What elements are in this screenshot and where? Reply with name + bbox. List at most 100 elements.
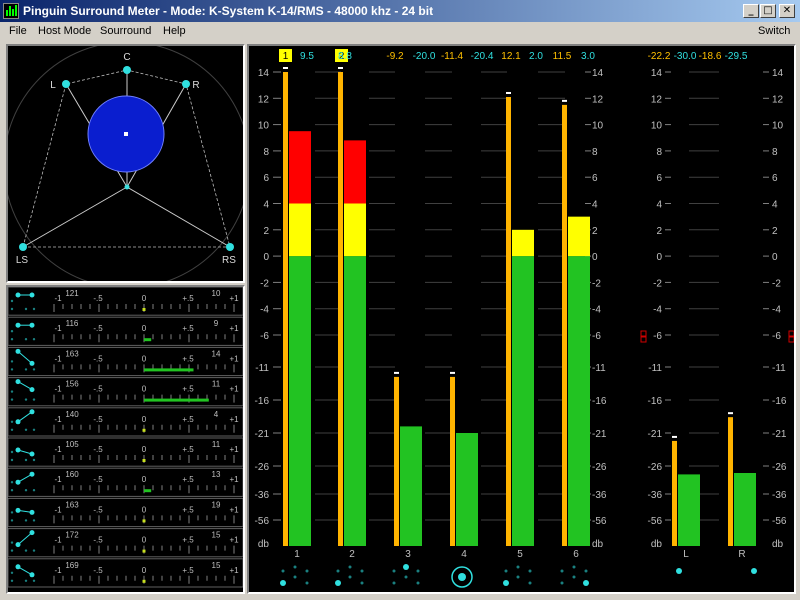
correlation-row-frame xyxy=(7,346,244,377)
rms-bar-yellow xyxy=(289,203,311,257)
close-button[interactable]: ✕ xyxy=(779,4,795,18)
channel-meter-5[interactable]: 5 xyxy=(506,91,534,560)
speaker-pair-dim-dot xyxy=(32,458,36,462)
channel-meter-4[interactable]: 4 xyxy=(450,371,478,560)
menu-help[interactable]: Help xyxy=(163,25,186,37)
channel-select-icon-6[interactable] xyxy=(560,565,590,587)
scale-label: -4 xyxy=(772,305,781,316)
speaker-pair-dot xyxy=(29,509,35,515)
correlation-scale-label: +.5 xyxy=(182,505,194,514)
menu-switch[interactable]: Switch xyxy=(758,25,790,37)
channel-meter-6[interactable]: 6 xyxy=(562,99,590,560)
rms-bar-red xyxy=(344,140,366,204)
selector-dot xyxy=(560,569,564,573)
rms-bar-red xyxy=(289,131,311,204)
scale-label: -36 xyxy=(592,490,607,501)
selected-dot xyxy=(458,573,466,581)
selector-dot xyxy=(392,581,396,585)
selector-dot xyxy=(503,580,509,586)
selector-dot xyxy=(305,569,309,573)
peak-hold-marker xyxy=(450,371,455,374)
scale-label: -21 xyxy=(592,429,607,440)
correlation-scale-label: -1 xyxy=(54,505,62,514)
menu-surround[interactable]: Sourround xyxy=(100,25,151,37)
speaker-pair-dim-dot xyxy=(24,398,28,401)
correlation-scale-label: -1 xyxy=(54,475,62,484)
correlation-scale-label: +1 xyxy=(229,294,239,303)
channel-meter-L[interactable]: L xyxy=(672,435,700,560)
scale-label: 10 xyxy=(592,121,604,132)
surround-display[interactable]: C L R LS RS xyxy=(3,41,251,289)
menu-host-mode[interactable]: Host Mode xyxy=(38,25,91,37)
peak-readout: -22.2 xyxy=(648,51,671,62)
scale-label: -4 xyxy=(653,305,662,316)
correlation-row: 160 13 -1 -.5 0 +.5 +1 xyxy=(7,467,244,497)
menu-file[interactable]: File xyxy=(9,25,27,37)
peak-readout: 8.8 xyxy=(338,51,352,62)
channel-select-icon-1[interactable] xyxy=(280,565,309,587)
correlation-bar xyxy=(144,398,209,402)
scale-label: -16 xyxy=(592,396,607,407)
scale-label: -6 xyxy=(260,331,269,342)
minimize-button[interactable]: _ xyxy=(743,4,759,18)
selector-dot xyxy=(336,569,340,573)
channel-select-icon-3[interactable] xyxy=(392,564,420,585)
correlation-scale-label: +1 xyxy=(229,415,239,424)
speaker-pair-dim-dot xyxy=(10,360,14,363)
overload-indicator-label: 1 xyxy=(283,51,289,62)
clip-warning-mark xyxy=(640,330,647,337)
correlation-right-value: 4 xyxy=(214,410,219,419)
scale-label: 12 xyxy=(651,94,663,105)
maximize-button[interactable]: □ xyxy=(760,4,776,18)
channel-select-icon-4[interactable] xyxy=(451,566,473,588)
scale-label: -21 xyxy=(772,429,787,440)
correlation-row: 163 14 -1 -.5 0 +.5 +1 xyxy=(7,346,244,377)
channel-select-icon-5[interactable] xyxy=(503,565,532,587)
correlation-scale-label: 0 xyxy=(142,505,147,514)
scale-label: 6 xyxy=(656,173,662,184)
correlation-scale-label: +1 xyxy=(229,566,239,575)
scale-label: -26 xyxy=(592,462,607,473)
correlation-row-frame xyxy=(7,558,244,588)
correlation-scale-label: -.5 xyxy=(93,385,103,394)
selector-dot xyxy=(348,575,352,579)
correlation-right-value: 11 xyxy=(212,380,221,389)
side-channel-select-icon[interactable] xyxy=(751,568,757,574)
correlation-bar xyxy=(142,459,146,462)
channel-meter-3[interactable]: 3 xyxy=(394,371,422,560)
correlation-bar xyxy=(142,308,146,311)
speaker-pair-dim-dot xyxy=(10,511,14,514)
speaker-pair-dot xyxy=(29,360,35,366)
speaker-pair-dim-dot xyxy=(10,489,14,492)
correlation-meters: 121 10 -1 -.5 0 +.5 +1 116 9 -1 -.5 0 +.5 +1 163 14 -1 -.… xyxy=(7,286,244,588)
correlation-scale-label: +1 xyxy=(229,475,239,484)
scale-label: -26 xyxy=(648,462,663,473)
selector-dot xyxy=(280,580,286,586)
peak-hold-marker xyxy=(394,371,399,374)
correlation-right-value: 9 xyxy=(214,319,219,328)
selector-dot xyxy=(335,580,341,586)
speaker-pair-dim-dot xyxy=(10,579,14,582)
peak-bar xyxy=(283,72,288,546)
correlation-right-value: 19 xyxy=(212,500,221,509)
speaker-pair-dot xyxy=(29,409,35,415)
channel-select-icon-2[interactable] xyxy=(335,565,364,587)
correlation-left-value: 172 xyxy=(65,531,79,540)
correlation-right-value: 15 xyxy=(212,531,221,540)
speaker-pair-dim-dot xyxy=(10,458,14,462)
scale-label: 10 xyxy=(258,121,270,132)
speaker-c-dot xyxy=(123,66,131,74)
channel-meter-R[interactable]: R xyxy=(728,412,756,560)
side-channel-select-icon[interactable] xyxy=(676,568,682,574)
scale-label: 2 xyxy=(263,226,269,237)
correlation-row-frame xyxy=(7,467,244,497)
channel-meter-2[interactable]: 2 xyxy=(338,67,366,560)
correlation-scale-label: -1 xyxy=(54,415,62,424)
speaker-pair-dim-dot xyxy=(10,428,14,431)
channel-meter-1[interactable]: 1 xyxy=(283,67,311,560)
app-meter-icon[interactable] xyxy=(3,3,19,19)
scale-label: 8 xyxy=(772,147,778,158)
correlation-scale-label: +.5 xyxy=(182,415,194,424)
selector-dot xyxy=(572,565,576,569)
scale-label: 8 xyxy=(263,147,269,158)
